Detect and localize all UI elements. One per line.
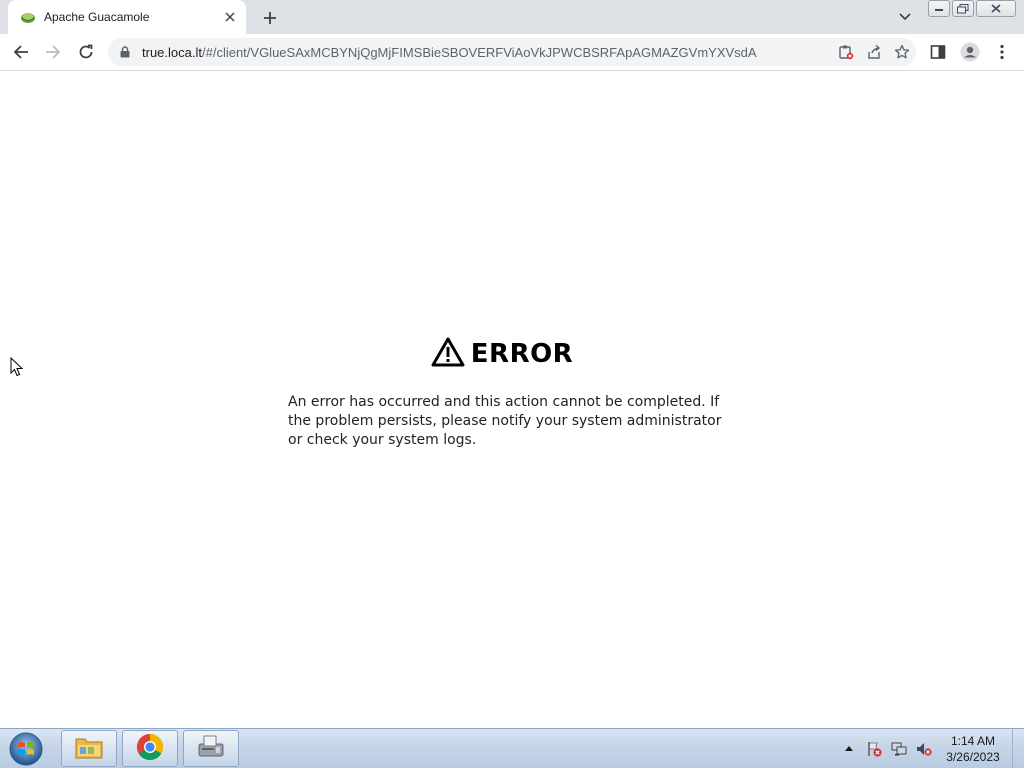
chrome-icon <box>135 732 165 766</box>
browser-tabstrip: Apache Guacamole <box>0 0 1024 34</box>
new-tab-plus-icon[interactable] <box>258 6 282 30</box>
action-center-flag-icon[interactable] <box>865 740 883 758</box>
url-host: true.loca.lt <box>142 44 202 60</box>
reload-icon[interactable] <box>72 38 100 66</box>
taskbar-explorer-button[interactable] <box>61 730 117 767</box>
restore-button[interactable] <box>952 0 974 17</box>
mouse-pointer-icon <box>10 356 24 381</box>
taskbar-fax-button[interactable] <box>183 730 239 767</box>
start-button[interactable] <box>6 731 46 767</box>
back-arrow-icon[interactable] <box>7 38 35 66</box>
tab-search-chevron-down-icon[interactable] <box>894 6 916 28</box>
error-message: An error has occurred and this action ca… <box>288 394 722 448</box>
error-title: ERROR <box>470 339 574 369</box>
taskbar-chrome-button[interactable] <box>122 730 178 767</box>
windows-taskbar: 1:14 AM 3/26/2023 <box>0 728 1024 768</box>
warning-triangle-icon <box>431 337 465 371</box>
guacamole-favicon-icon <box>20 9 36 25</box>
more-menu-icon[interactable] <box>988 38 1016 66</box>
fax-printer-icon <box>196 734 226 764</box>
lock-icon[interactable] <box>118 45 132 59</box>
error-dialog: ERROR An error has occurred and this act… <box>288 337 738 450</box>
profile-avatar-icon[interactable] <box>956 38 984 66</box>
error-heading: ERROR <box>288 337 716 371</box>
popup-blocked-icon[interactable] <box>832 38 860 66</box>
minimize-button[interactable] <box>928 0 950 17</box>
folder-icon <box>74 734 104 764</box>
window-controls <box>928 0 1016 17</box>
network-icon[interactable] <box>890 740 908 758</box>
browser-toolbar: true.loca.lt/#/client/VGlueSAxMCBYNjQgMj… <box>0 34 1024 71</box>
show-desktop-button[interactable] <box>1012 729 1024 768</box>
url-text: true.loca.lt/#/client/VGlueSAxMCBYNjQgMj… <box>142 45 832 60</box>
close-window-button[interactable] <box>976 0 1016 17</box>
show-hidden-icons-arrow-icon[interactable] <box>842 741 856 755</box>
clock-time: 1:14 AM <box>950 734 996 748</box>
clock-date: 3/26/2023 <box>946 750 1000 764</box>
page-content: ERROR An error has occurred and this act… <box>0 71 1024 728</box>
system-clock[interactable]: 1:14 AM 3/26/2023 <box>940 733 1006 765</box>
address-bar[interactable]: true.loca.lt/#/client/VGlueSAxMCBYNjQgMj… <box>108 38 916 66</box>
tab-title: Apache Guacamole <box>44 10 150 24</box>
url-path: /#/client/VGlueSAxMCBYNjQgMjFIMSBieSBOVE… <box>201 44 757 60</box>
bookmark-star-icon[interactable] <box>888 38 916 66</box>
tab-close-icon[interactable] <box>220 7 240 27</box>
volume-muted-icon[interactable] <box>915 740 933 758</box>
side-panel-icon[interactable] <box>924 38 952 66</box>
browser-tab-active[interactable]: Apache Guacamole <box>8 0 246 34</box>
forward-arrow-icon[interactable] <box>39 38 67 66</box>
share-icon[interactable] <box>860 38 888 66</box>
